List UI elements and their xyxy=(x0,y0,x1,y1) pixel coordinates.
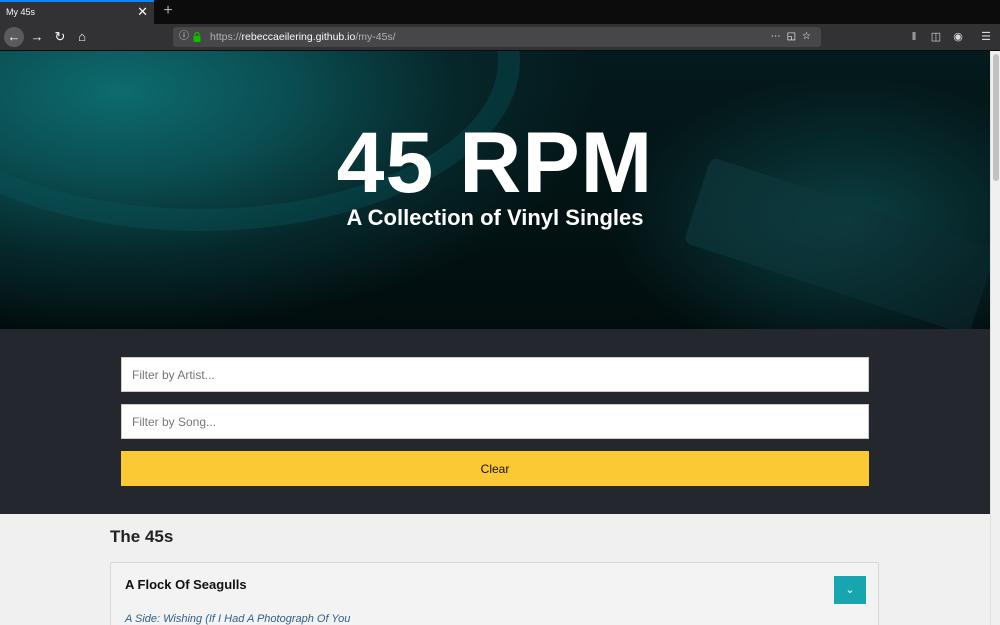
record-card: A Flock Of Seagulls ⌄ A Side: Wishing (I… xyxy=(110,562,879,625)
page-content: 45 RPM A Collection of Vinyl Singles Cle… xyxy=(0,51,990,625)
hero-banner: 45 RPM A Collection of Vinyl Singles xyxy=(0,51,990,329)
library-icon[interactable]: ‖ xyxy=(905,27,923,47)
url-text[interactable]: https://rebeccaeilering.github.io/my-45s… xyxy=(210,27,396,47)
close-tab-icon[interactable]: ✕ xyxy=(137,2,148,22)
expand-button[interactable]: ⌄ xyxy=(834,576,866,604)
url-actions: ⋯◱☆ xyxy=(771,27,817,47)
reload-icon[interactable]: ↻ xyxy=(50,27,70,47)
url-bar[interactable]: ⓘ https://rebeccaeilering.github.io/my-4… xyxy=(173,27,821,47)
url-domain: rebeccaeilering.github.io xyxy=(241,31,356,43)
pocket-icon[interactable]: ◱ xyxy=(787,31,802,42)
new-tab-icon[interactable]: + xyxy=(160,0,176,22)
filter-panel: Clear xyxy=(0,329,990,514)
lock-icon xyxy=(193,32,201,42)
url-scheme: https:// xyxy=(210,31,242,43)
forward-arrow-icon[interactable]: → xyxy=(27,27,47,47)
clear-button[interactable]: Clear xyxy=(121,451,869,486)
artist-filter-input[interactable] xyxy=(121,357,869,392)
info-icon[interactable]: ⓘ xyxy=(179,27,189,47)
page-scrollbar[interactable] xyxy=(990,51,1000,625)
record-artist: A Flock Of Seagulls xyxy=(125,577,247,592)
extension-icon[interactable]: ◉ xyxy=(949,27,967,47)
navigation-toolbar: ← → ↻ ⌂ ⓘ https://rebeccaeilering.github… xyxy=(0,24,1000,51)
tab-my-45s[interactable]: My 45s ✕ xyxy=(0,0,154,24)
chevron-down-icon: ⌄ xyxy=(845,584,855,596)
sidebar-icon[interactable]: ◫ xyxy=(927,27,945,47)
url-path: /my-45s/ xyxy=(355,31,396,43)
tab-title: My 45s xyxy=(6,7,36,17)
section-title: The 45s xyxy=(110,527,174,546)
song-filter-input[interactable] xyxy=(121,404,869,439)
back-arrow-icon[interactable]: ← xyxy=(4,27,24,47)
menu-icon[interactable]: ☰ xyxy=(977,27,995,47)
tab-bar: My 45s ✕ + xyxy=(0,0,1000,24)
hero-title: 45 RPM xyxy=(336,115,654,211)
scrollbar-thumb[interactable] xyxy=(993,54,999,181)
record-a-side: A Side: Wishing (If I Had A Photograph O… xyxy=(125,613,351,625)
home-icon[interactable]: ⌂ xyxy=(72,27,92,47)
hero-subtitle: A Collection of Vinyl Singles xyxy=(346,205,644,230)
star-icon[interactable]: ☆ xyxy=(802,31,817,42)
more-dots-icon[interactable]: ⋯ xyxy=(771,31,787,42)
